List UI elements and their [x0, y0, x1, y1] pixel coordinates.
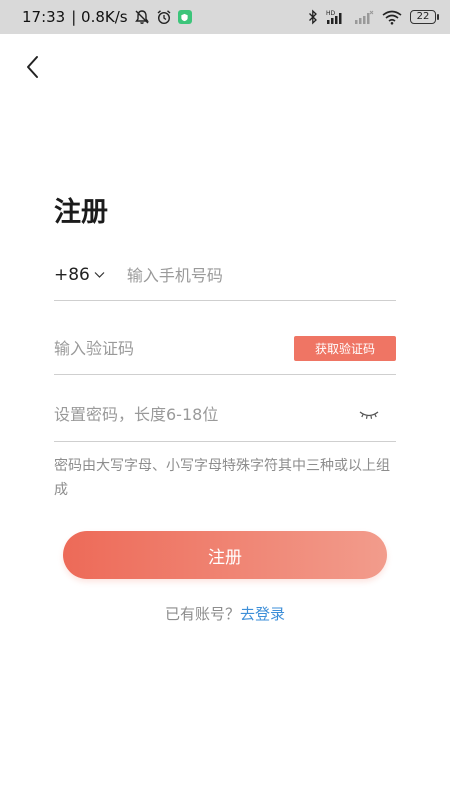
- verification-code-field: 获取验证码: [54, 322, 396, 375]
- login-prompt-text: 已有账号？: [164, 605, 240, 623]
- signal-icon: [354, 9, 374, 25]
- alarm-icon: [156, 9, 172, 25]
- status-bar-right: HD 22: [308, 9, 439, 25]
- chevron-down-icon: [94, 271, 105, 279]
- eye-closed-icon[interactable]: [356, 405, 382, 425]
- status-bar-left: 17:33 | 0.8K/s: [22, 8, 192, 26]
- battery-icon: 22: [410, 10, 439, 24]
- mute-icon: [134, 9, 150, 25]
- status-time: 17:33: [22, 8, 66, 26]
- country-code-label: +86: [54, 265, 90, 285]
- go-login-link[interactable]: 去登录: [240, 605, 285, 623]
- status-bar: 17:33 | 0.8K/s HD 22: [0, 0, 450, 34]
- get-code-button[interactable]: 获取验证码: [294, 335, 396, 361]
- phone-field: +86: [54, 250, 396, 301]
- wifi-icon: [382, 9, 402, 25]
- svg-text:HD: HD: [326, 10, 336, 17]
- login-prompt: 已有账号？去登录: [0, 603, 450, 624]
- password-rule-hint: 密码由大写字母、小写字母特殊字符其中三种或以上组成: [54, 458, 390, 498]
- password-field: [54, 388, 396, 442]
- chevron-left-icon: [25, 55, 41, 79]
- hd-signal-icon: HD: [326, 9, 346, 25]
- country-code-selector[interactable]: +86: [54, 265, 105, 285]
- phone-input[interactable]: [126, 265, 347, 285]
- verification-code-input[interactable]: [54, 338, 254, 358]
- app-notification-icon: [177, 10, 192, 24]
- network-speed: | 0.8K/s: [71, 8, 128, 26]
- password-input[interactable]: [54, 405, 314, 424]
- back-button[interactable]: [18, 52, 48, 82]
- register-button[interactable]: 注册: [63, 531, 387, 579]
- bluetooth-icon: [308, 9, 318, 25]
- page-title: 注册: [54, 197, 108, 228]
